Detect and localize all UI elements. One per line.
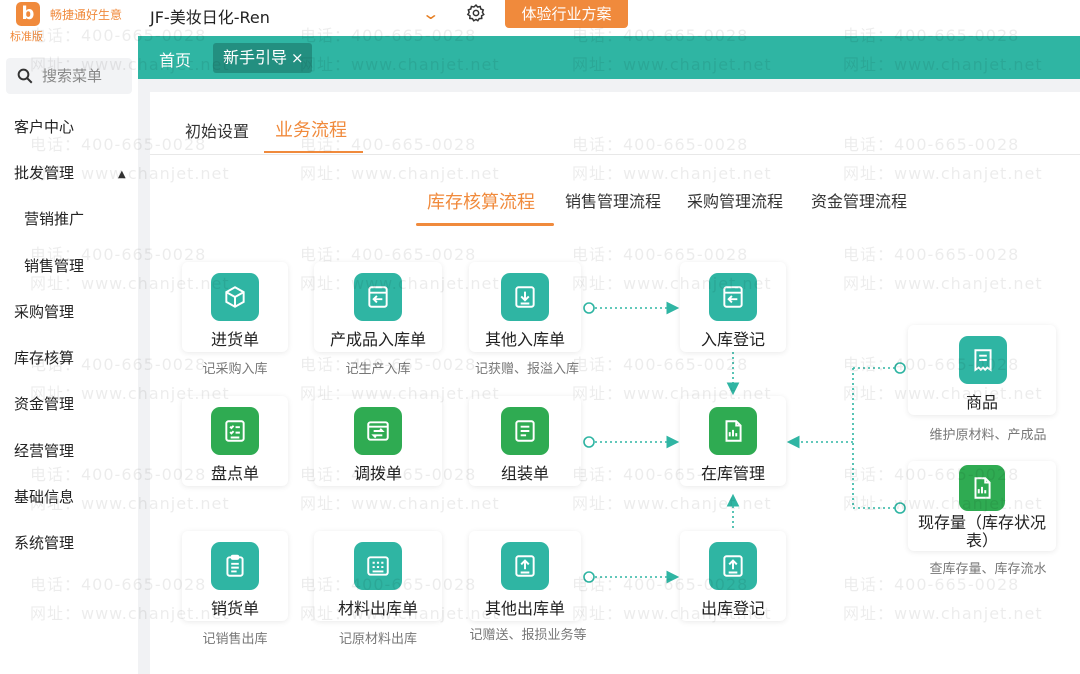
card-label: 销货单 [210,599,259,618]
card-label: 在库管理 [700,464,765,483]
card-transfer[interactable]: 调拨单 [314,396,442,486]
document-icon [501,407,549,455]
card-description: 记赠送、报损业务等 [469,628,587,643]
card-outbound-register[interactable]: 出库登记 [680,531,786,621]
card-description: 记采购入库 [202,362,268,377]
clipboard-icon [211,542,259,590]
card-inventory-management[interactable]: 在库管理 [680,396,786,486]
inbound-icon [354,273,402,321]
card-purchase-order[interactable]: 进货单 [182,262,288,352]
inbound-icon [709,273,757,321]
chart-doc-icon [959,465,1005,511]
transfer-icon [354,407,402,455]
receipt-icon [959,336,1007,384]
card-other-inbound[interactable]: 其他入库单 [469,262,581,352]
card-label: 材料出库单 [337,599,418,618]
card-stocktake[interactable]: 盘点单 [182,396,288,486]
upload-icon [709,542,757,590]
card-inbound-register[interactable]: 入库登记 [680,262,786,352]
card-label: 现存量（库存状况表） [917,513,1046,550]
card-label: 调拨单 [353,464,402,483]
card-label: 组装单 [500,464,549,483]
card-label: 入库登记 [700,330,765,349]
card-description: 查库存量、库存流水 [929,562,1047,577]
card-current-stock[interactable]: 现存量（库存状况表） [908,461,1056,551]
card-material-outbound[interactable]: 材料出库单 [314,531,442,621]
card-goods[interactable]: 商品 [908,325,1056,415]
checklist-icon [211,407,259,455]
card-description: 记原材料出库 [338,632,417,647]
box-icon [211,273,259,321]
card-description: 记获赠、报溢入库 [474,362,579,377]
card-description: 记销售出库 [202,632,268,647]
card-description: 记生产入库 [345,362,411,377]
card-sales-order[interactable]: 销货单 [182,531,288,621]
card-assembly[interactable]: 组装单 [469,396,581,486]
card-label: 进货单 [210,330,259,349]
card-product-inbound[interactable]: 产成品入库单 [314,262,442,352]
card-label: 出库登记 [700,599,765,618]
card-label: 商品 [965,393,998,412]
grid-list-icon [354,542,402,590]
card-description: 维护原材料、产成品 [929,428,1047,443]
chart-doc-icon [709,407,757,455]
card-label: 其他入库单 [484,330,565,349]
card-label: 盘点单 [210,464,259,483]
card-label: 其他出库单 [484,599,565,618]
card-other-outbound[interactable]: 其他出库单 [469,531,581,621]
download-icon [501,273,549,321]
card-label: 产成品入库单 [329,330,426,349]
upload-icon [501,542,549,590]
